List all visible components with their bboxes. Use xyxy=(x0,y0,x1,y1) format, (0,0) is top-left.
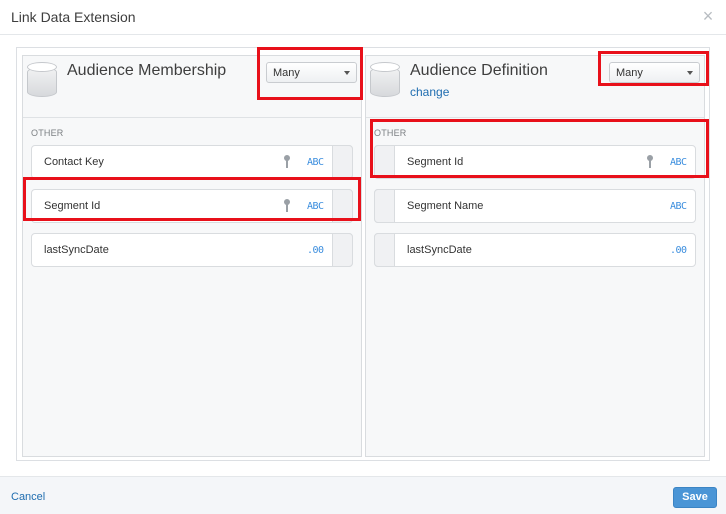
drag-handle[interactable] xyxy=(332,189,353,223)
chevron-down-icon xyxy=(344,71,350,75)
right-panel-header: Audience Definition change Many xyxy=(366,56,704,118)
text-type-icon: ABC xyxy=(670,157,687,168)
field-name: lastSyncDate xyxy=(44,244,109,256)
left-panel-title: Audience Membership xyxy=(67,62,227,79)
drag-handle[interactable] xyxy=(374,145,395,179)
right-field-row[interactable]: Segment Name ABC xyxy=(374,189,696,223)
left-field-row[interactable]: lastSyncDate .00 xyxy=(31,233,353,267)
text-type-icon: ABC xyxy=(307,157,324,168)
cancel-button[interactable]: Cancel xyxy=(11,491,45,503)
dialog-titlebar: Link Data Extension × xyxy=(0,0,726,35)
field-name: lastSyncDate xyxy=(407,244,472,256)
field-name: Segment Name xyxy=(407,200,484,212)
save-button[interactable]: Save xyxy=(673,487,717,508)
right-field-row[interactable]: lastSyncDate .00 xyxy=(374,233,696,267)
field-name: Contact Key xyxy=(44,156,104,168)
change-link[interactable]: change xyxy=(410,85,449,99)
field-name: Segment Id xyxy=(44,200,101,212)
right-section-label: OTHER xyxy=(374,128,407,138)
right-field-row[interactable]: Segment Id ABC xyxy=(374,145,696,179)
drag-handle[interactable] xyxy=(332,233,353,267)
field-name: Segment Id xyxy=(407,156,464,168)
key-icon xyxy=(284,199,290,213)
left-cardinality-select[interactable]: Many xyxy=(266,62,357,83)
drag-handle[interactable] xyxy=(374,189,395,223)
chevron-down-icon xyxy=(687,71,693,75)
left-data-extension-panel: Audience Membership Many OTHER Contact K… xyxy=(22,55,362,457)
database-icon xyxy=(27,62,57,100)
dialog-title: Link Data Extension xyxy=(11,9,136,25)
left-field-row[interactable]: Contact Key ABC xyxy=(31,145,353,179)
left-panel-header: Audience Membership Many xyxy=(23,56,361,118)
right-cardinality-value: Many xyxy=(616,67,643,79)
drag-handle[interactable] xyxy=(374,233,395,267)
right-cardinality-select[interactable]: Many xyxy=(609,62,700,83)
left-cardinality-value: Many xyxy=(273,67,300,79)
dialog-footer: Cancel Save xyxy=(0,476,726,514)
dialog-content: Audience Membership Many OTHER Contact K… xyxy=(16,47,710,461)
key-icon xyxy=(284,155,290,169)
text-type-icon: ABC xyxy=(307,201,324,212)
close-icon[interactable]: × xyxy=(700,7,716,25)
decimal-type-icon: .00 xyxy=(670,245,687,256)
right-data-extension-panel: Audience Definition change Many OTHER Se… xyxy=(365,55,705,457)
left-section-label: OTHER xyxy=(31,128,64,138)
key-icon xyxy=(647,155,653,169)
right-panel-title: Audience Definition xyxy=(410,62,548,79)
decimal-type-icon: .00 xyxy=(307,245,324,256)
link-data-extension-dialog: Link Data Extension × Audience Membershi… xyxy=(0,0,726,514)
left-field-row[interactable]: Segment Id ABC xyxy=(31,189,353,223)
drag-handle[interactable] xyxy=(332,145,353,179)
text-type-icon: ABC xyxy=(670,201,687,212)
database-icon xyxy=(370,62,400,100)
